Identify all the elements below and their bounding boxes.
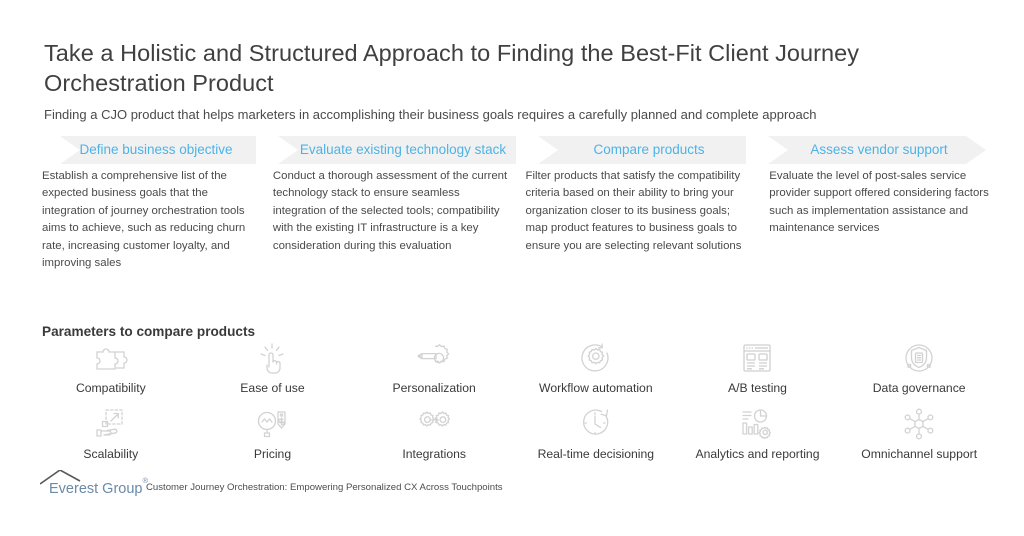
process-step-description-0: Establish a comprehensive list of the ex… [42, 170, 246, 270]
network-nodes-icon [899, 406, 939, 442]
parameter-item-ease-of-use[interactable]: Ease of use [192, 340, 354, 396]
process-step-label-2[interactable]: Compare products [538, 136, 760, 164]
hand-growth-icon [91, 406, 131, 442]
parameter-item-integrations[interactable]: Integrations [353, 406, 515, 462]
shield-data-icon [899, 340, 939, 376]
parameter-item-omnichannel-support[interactable]: Omnichannel support [838, 406, 1000, 462]
footer-caption: Customer Journey Orchestration: Empoweri… [146, 482, 503, 493]
parameter-label: Workflow automation [539, 381, 653, 395]
logo-wordmark: Everest Group® [49, 476, 148, 498]
parameter-label: Real-time decisioning [537, 447, 655, 461]
parameter-item-scalability[interactable]: Scalability [30, 406, 192, 462]
parameter-item-compatibility[interactable]: Compatibility [30, 340, 192, 396]
parameter-item-workflow-automation[interactable]: Workflow automation [515, 340, 677, 396]
parameter-label: A/B testing [728, 381, 787, 395]
process-description-columns: Establish a comprehensive list of the ex… [42, 168, 1002, 272]
page-subtitle: Finding a CJO product that helps markete… [44, 107, 817, 122]
footer: Everest Group® Customer Journey Orchestr… [40, 470, 503, 497]
parameter-label: Personalization [392, 381, 476, 395]
parameter-label: Analytics and reporting [695, 447, 820, 461]
parameter-label: Integrations [402, 447, 466, 461]
parameter-label: Pricing [253, 447, 292, 461]
parameter-item-ab-testing[interactable]: A/B testing [677, 340, 839, 396]
process-step-band: Define business objective Evaluate exist… [38, 136, 986, 164]
parameter-label: Omnichannel support [861, 447, 978, 461]
page-title: Take a Holistic and Structured Approach … [44, 40, 860, 96]
parameter-item-analytics-and-reporting[interactable]: Analytics and reporting [677, 406, 839, 462]
logo-name: Everest Group [49, 480, 143, 497]
parameter-label: Scalability [83, 447, 139, 461]
process-step-label-3[interactable]: Assess vendor support [768, 136, 990, 164]
gears-arrow-icon [414, 406, 454, 442]
parameter-item-data-governance[interactable]: Data governance [838, 340, 1000, 396]
gear-refresh-icon [576, 340, 616, 376]
process-step-description-1: Conduct a thorough assessment of the cur… [272, 170, 508, 252]
parameter-label: Compatibility [75, 381, 146, 395]
ab-test-icon [737, 340, 777, 376]
magnifier-price-tag-icon [252, 406, 292, 442]
process-step-label-0[interactable]: Define business objective [46, 136, 266, 164]
logo-trademark: ® [142, 475, 149, 485]
process-step-label-1[interactable]: Evaluate existing technology stack [278, 136, 528, 164]
process-step-description-2: Filter products that satisfy the compati… [525, 170, 742, 252]
parameter-item-real-time-decisioning[interactable]: Real-time decisioning [515, 406, 677, 462]
chart-gear-icon [737, 406, 777, 442]
parameter-label: Ease of use [240, 381, 305, 395]
gear-pencil-icon [414, 340, 454, 376]
puzzle-icon [91, 340, 131, 376]
everest-group-logo: Everest Group® [40, 470, 148, 497]
title-block: Take a Holistic and Structured Approach … [44, 38, 924, 98]
tap-hand-icon [252, 340, 292, 376]
clock-refresh-icon [576, 406, 616, 442]
parameter-label: Data governance [872, 381, 966, 395]
parameters-grid: Compatibility Ease of use Personalizatio… [30, 340, 1000, 462]
parameter-item-pricing[interactable]: Pricing [192, 406, 354, 462]
parameter-item-personalization[interactable]: Personalization [353, 340, 515, 396]
process-step-description-3: Evaluate the level of post-sales service… [769, 170, 989, 235]
parameters-heading: Parameters to compare products [42, 324, 256, 339]
